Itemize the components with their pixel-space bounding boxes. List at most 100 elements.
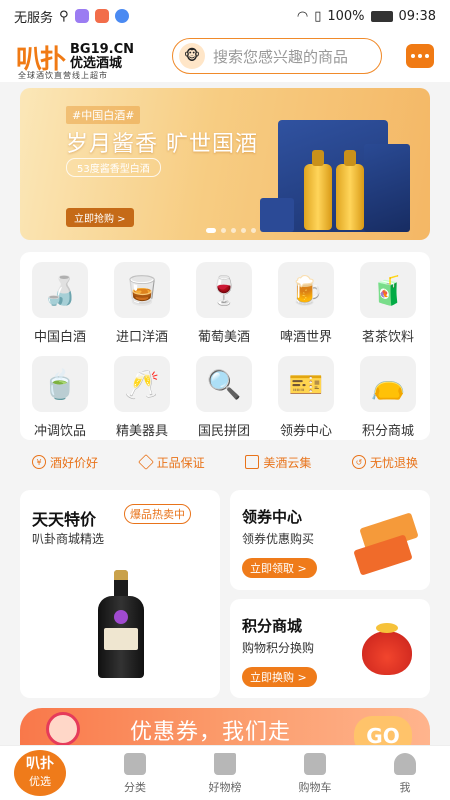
tab-home[interactable]: 叭扑 优选 [14,750,66,796]
gift-case-image [260,198,294,232]
liquor-bottle-image [304,150,332,230]
status-bar: 无服务 ⚲ ◠ ▯ 100% 09:38 [0,0,450,32]
tab-label: 好物榜 [208,780,242,794]
deal-title: 天天特价 [32,510,97,529]
carousel-dot [241,228,246,233]
search-placeholder: 搜索您感兴趣的商品 [213,47,349,66]
points-subtitle: 购物积分换购 [242,641,315,655]
beer-icon: 🍺 [278,262,334,318]
carousel-dot [251,228,256,233]
brand-logo[interactable]: 叭扑 BG19.CN 优选酒城 全球酒饮直营线上超市 [16,35,156,80]
guarantee-label: 正品保证 [156,455,205,470]
coupon-center-card[interactable]: 领券中心 领券优惠购买 立即领取 > [230,490,430,590]
grid-icon [124,752,146,775]
strip-text: 优惠券，我们走 [130,720,292,745]
carousel-dot [221,228,226,233]
wine-bottle-image [98,570,144,678]
tab-profile[interactable]: 我 [360,746,450,800]
category-item[interactable]: 🍶 中国白酒 [20,262,100,352]
category-item[interactable]: 🥃 进口洋酒 [102,262,182,352]
promo-character-image [46,712,80,746]
guarantee-item: ¥ 酒好价好 [32,454,98,471]
tab-category[interactable]: 分类 [90,746,180,800]
tab-ranking[interactable]: 好物榜 [180,746,270,800]
category-item[interactable]: 🍵 冲调饮品 [20,356,100,446]
logo-slogan: 全球酒饮直营线上超市 [18,71,108,80]
coupon-title: 领券中心 [242,508,303,526]
category-item[interactable]: 🎫 领券中心 [266,356,346,446]
category-label: 冲调饮品 [33,424,86,439]
carousel-dot [231,228,236,233]
category-item[interactable]: 🔍 国民拼团 [184,356,264,446]
guarantee-label: 美酒云集 [263,455,312,470]
tab-label: 优选 [29,775,51,788]
diamond-icon [137,454,154,470]
gift-box-image [364,144,410,232]
group-buy-icon: 🔍 [196,356,252,412]
carrier-label: 无服务 [14,10,54,26]
bottom-tab-bar: 叭扑 优选 分类 好物榜 购物车 我 [0,745,450,800]
app-notification-icon [74,9,89,23]
dot-icon [418,54,422,58]
guarantee-item: 正品保证 [137,454,205,471]
category-label: 茗茶饮料 [361,330,414,345]
category-label: 积分商城 [361,424,414,439]
usb-icon: ⚲ [59,8,69,24]
bottles-icon [245,455,260,469]
user-icon [394,752,416,775]
carousel-indicator [206,228,256,233]
category-item[interactable]: 🧃 茗茶饮料 [348,262,428,352]
whisky-icon: 🥃 [114,262,170,318]
category-item[interactable]: 🍷 葡萄美酒 [184,262,264,352]
lucky-bag-icon: 👝 [360,356,416,412]
deal-subtitle: 叭卦商城精选 [32,532,105,546]
tab-label: 分类 [124,780,146,794]
app-header: 叭扑 BG19.CN 优选酒城 全球酒饮直营线上超市 🐵 搜索您感兴趣的商品 [0,32,450,82]
category-item[interactable]: 🍺 啤酒世界 [266,262,346,352]
coupon-subtitle: 领券优惠购买 [242,532,315,546]
banner-buy-button[interactable]: 立即抢购 > [66,208,134,227]
banner-title: 岁月酱香 旷世国酒 [66,132,258,157]
promo-banner[interactable]: #中国白酒# 岁月酱香 旷世国酒 53度酱香型白酒 立即抢购 > [20,88,430,240]
guarantee-label: 无忧退换 [369,455,418,470]
service-guarantees: ¥ 酒好价好 正品保证 美酒云集 ↺ 无忧退换 [20,448,430,476]
video-notification-icon [94,9,109,23]
music-notification-icon [114,9,129,23]
coupon-icon: 🎫 [278,356,334,412]
category-label: 中国白酒 [33,330,86,345]
message-button[interactable] [406,44,434,68]
daily-deal-card[interactable]: 天天特价 爆品热卖中 叭卦商城精选 [20,490,220,698]
carousel-dot [206,228,216,233]
yen-icon: ¥ [32,455,46,469]
search-input[interactable]: 🐵 搜索您感兴趣的商品 [172,38,382,74]
claim-coupon-button[interactable]: 立即领取 > [242,558,317,578]
battery-icon [370,10,393,22]
category-label: 国民拼团 [197,424,250,439]
tab-cart[interactable]: 购物车 [270,746,360,800]
category-label: 精美器具 [115,424,168,439]
return-icon: ↺ [351,455,366,469]
monkey-mascot-icon: 🐵 [179,43,205,69]
banner-tag: #中国白酒# [66,106,141,124]
dot-icon [425,54,429,58]
points-title: 积分商城 [242,617,303,635]
banner-subtitle: 53度酱香型白酒 [66,158,161,177]
wine-icon: 🍷 [196,262,252,318]
clock: 09:38 [398,8,436,24]
battery-percent: 100% [327,8,365,24]
hot-sale-badge: 爆品热卖中 [124,504,191,524]
category-item[interactable]: 🥂 精美器具 [102,356,182,446]
glassware-icon: 🥂 [114,356,170,412]
category-label: 进口洋酒 [115,330,168,345]
points-mall-card[interactable]: 积分商城 购物积分换购 立即换购 > [230,599,430,698]
wifi-icon: ◠ [296,8,309,24]
cart-icon [304,752,326,775]
redeem-button[interactable]: 立即换购 > [242,667,317,687]
tab-label: 我 [399,780,411,794]
dot-icon [411,54,415,58]
category-item[interactable]: 👝 积分商城 [348,356,428,446]
tea-cup-icon: 🍵 [32,356,88,412]
category-label: 葡萄美酒 [197,330,250,345]
tab-label: 购物车 [298,780,332,794]
guarantee-label: 酒好价好 [50,455,99,470]
